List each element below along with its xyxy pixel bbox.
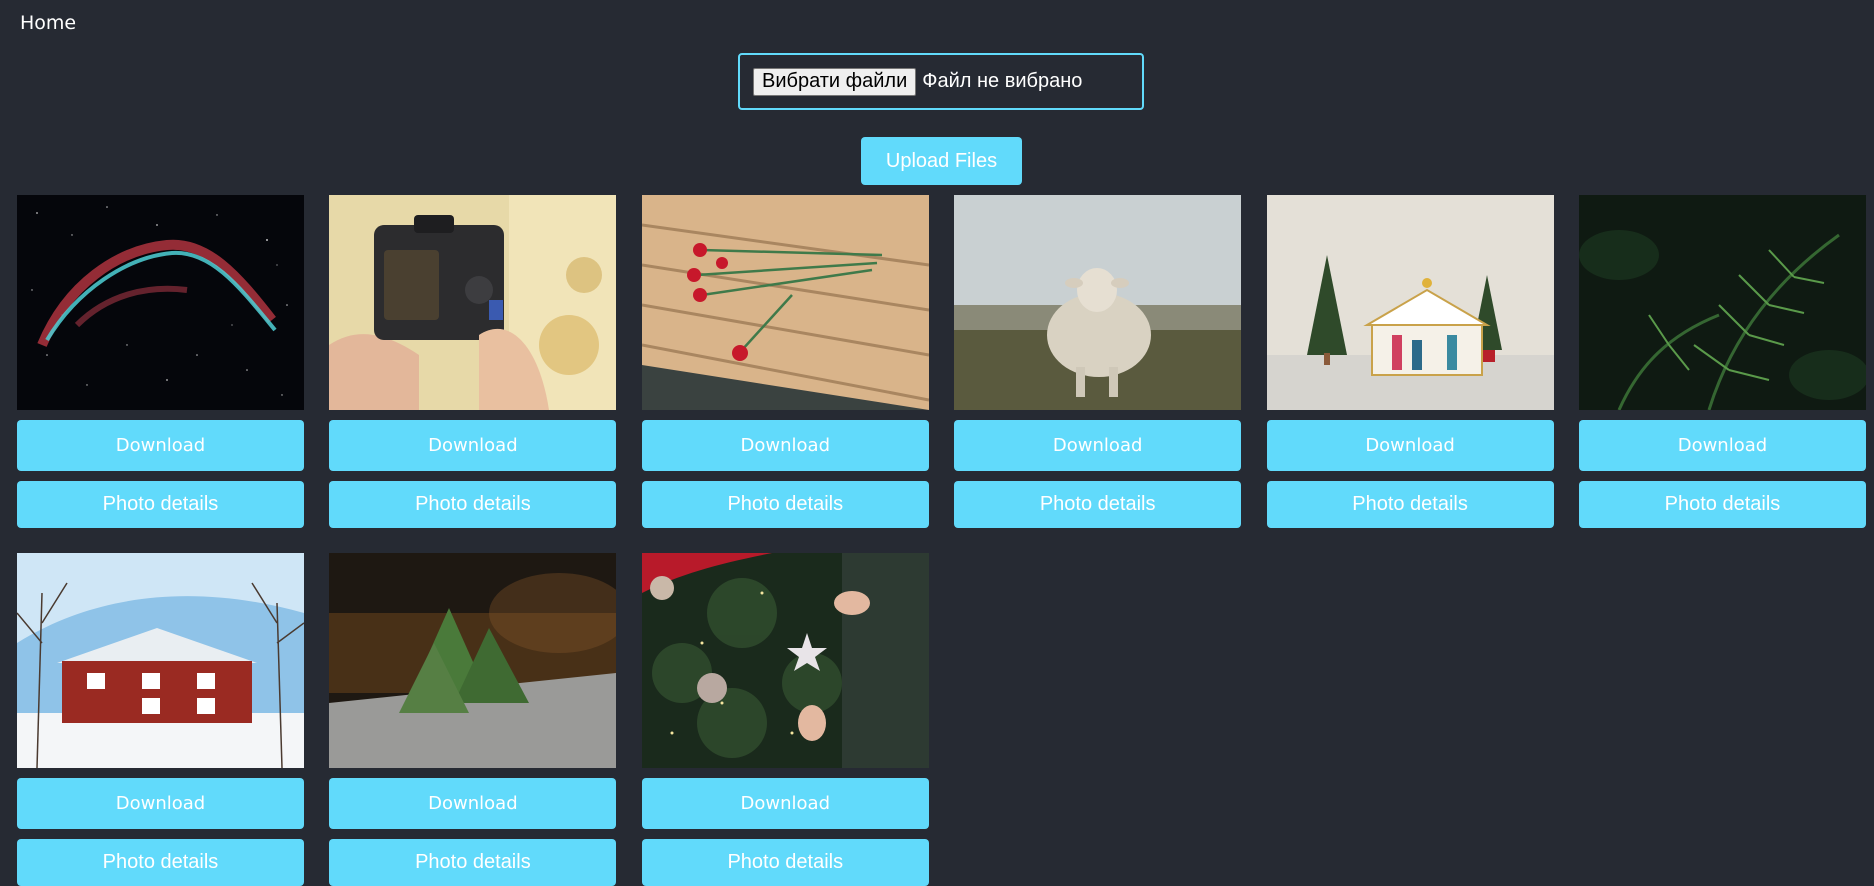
- file-input[interactable]: Вибрати файли Файл не вибрано: [738, 53, 1144, 110]
- download-button[interactable]: Download: [329, 420, 617, 471]
- photo-details-button[interactable]: Photo details: [1266, 481, 1554, 528]
- fern-photo: [1578, 195, 1866, 410]
- upload-files-button[interactable]: Upload Files: [861, 137, 1022, 185]
- download-button[interactable]: Download: [329, 778, 617, 829]
- download-button[interactable]: Download: [954, 420, 1242, 471]
- download-button[interactable]: Download: [17, 778, 304, 829]
- christmas-ornaments-photo: [641, 553, 929, 768]
- photo-details-button[interactable]: Photo details: [954, 481, 1242, 528]
- choose-files-button[interactable]: Вибрати файли: [753, 67, 917, 96]
- paper-trees-photo: [329, 553, 617, 768]
- sheep-photo: [954, 195, 1242, 410]
- red-barn-snow-photo: [17, 553, 304, 768]
- photo-card: Download Photo details: [1578, 195, 1866, 528]
- photo-card: Download Photo details: [329, 195, 617, 528]
- photo-card: Download Photo details: [17, 553, 304, 886]
- roses-on-bench-photo: [641, 195, 929, 410]
- photo-card: Download Photo details: [1266, 195, 1554, 528]
- download-button[interactable]: Download: [641, 420, 929, 471]
- nativity-scene-photo: [1266, 195, 1554, 410]
- photo-card: Download Photo details: [329, 553, 617, 886]
- download-button[interactable]: Download: [1266, 420, 1554, 471]
- nebula-photo: [17, 195, 304, 410]
- file-status-text: Файл не вибрано: [922, 70, 1083, 92]
- photo-details-button[interactable]: Photo details: [329, 481, 617, 528]
- photo-details-button[interactable]: Photo details: [17, 481, 304, 528]
- photo-card: Download Photo details: [641, 553, 929, 886]
- photo-gallery: Download Photo details Download Photo de…: [17, 195, 1867, 886]
- photo-details-button[interactable]: Photo details: [1578, 481, 1866, 528]
- photo-card: Download Photo details: [17, 195, 304, 528]
- photo-details-button[interactable]: Photo details: [17, 839, 304, 886]
- photo-details-button[interactable]: Photo details: [329, 839, 617, 886]
- download-button[interactable]: Download: [17, 420, 304, 471]
- photo-card: Download Photo details: [641, 195, 929, 528]
- camera-in-hands-photo: [329, 195, 617, 410]
- photo-card: Download Photo details: [954, 195, 1242, 528]
- download-button[interactable]: Download: [641, 778, 929, 829]
- photo-details-button[interactable]: Photo details: [641, 839, 929, 886]
- home-link[interactable]: Home: [20, 12, 76, 34]
- download-button[interactable]: Download: [1578, 420, 1866, 471]
- photo-details-button[interactable]: Photo details: [641, 481, 929, 528]
